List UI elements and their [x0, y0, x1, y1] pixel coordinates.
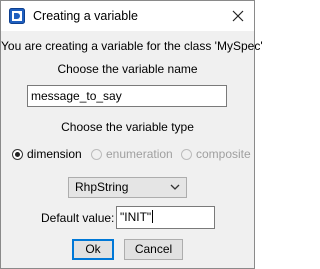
variable-name-input[interactable]: message_to_say [27, 85, 227, 107]
name-heading: Choose the variable name [57, 62, 198, 76]
dialog-window: Creating a variable You are creating a v… [0, 0, 263, 269]
ok-button[interactable]: Ok [72, 239, 114, 260]
text-caret [152, 210, 154, 223]
default-value-input[interactable]: "INIT" [116, 206, 215, 229]
type-heading: Choose the variable type [61, 120, 194, 134]
rhapsody-app-icon [9, 8, 25, 24]
radio-dimension[interactable] [12, 149, 23, 160]
default-value-label: Default value: [41, 211, 115, 225]
radio-dimension-label[interactable]: dimension [27, 147, 82, 161]
radio-enumeration[interactable] [91, 149, 102, 160]
title-bar[interactable]: Creating a variable [1, 1, 254, 31]
radio-composite-label[interactable]: composite [196, 147, 251, 161]
dialog-title: Creating a variable [33, 9, 138, 23]
close-icon [232, 10, 244, 22]
variable-type-value: RhpString [75, 180, 129, 194]
radio-composite[interactable] [181, 149, 192, 160]
intro-text: You are creating a variable for the clas… [1, 39, 263, 53]
chevron-down-icon [170, 184, 180, 190]
radio-enumeration-label[interactable]: enumeration [106, 147, 173, 161]
close-button[interactable] [223, 1, 253, 31]
default-value-text: "INIT" [120, 210, 152, 224]
radio-selected-dot [15, 152, 20, 157]
variable-type-select[interactable]: RhpString [68, 177, 187, 198]
cancel-button[interactable]: Cancel [124, 239, 183, 260]
